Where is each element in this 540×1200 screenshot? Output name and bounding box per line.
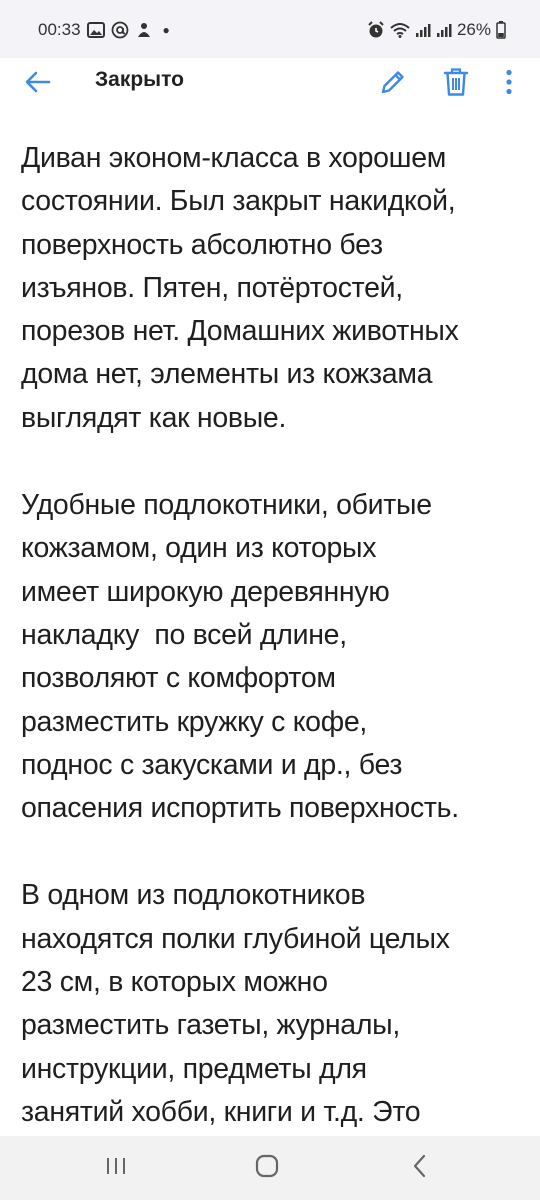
recents-icon bbox=[105, 1156, 127, 1181]
wifi-icon bbox=[390, 22, 410, 38]
battery-percent: 26% bbox=[456, 20, 491, 39]
text-line: инструкции, предметы для bbox=[21, 1052, 367, 1085]
alarm-icon bbox=[367, 21, 385, 39]
status-bar: 00:33 ● 26% bbox=[0, 0, 540, 58]
text-line: разместить кружку с кофе, bbox=[21, 705, 368, 738]
more-options-button[interactable] bbox=[489, 62, 529, 106]
text-line: В одном из подлокотников bbox=[21, 879, 366, 912]
gallery-icon bbox=[86, 22, 105, 38]
back-nav-icon bbox=[412, 1154, 428, 1183]
text-line: 23 см, в которых можно bbox=[21, 966, 328, 999]
delete-button[interactable] bbox=[434, 62, 478, 106]
text-line: имеет широкую деревянную bbox=[21, 575, 390, 608]
nav-back-button[interactable] bbox=[390, 1150, 450, 1186]
home-button[interactable] bbox=[237, 1150, 297, 1186]
paragraph: Удобные подлокотники, обитые кожзамом, о… bbox=[0, 484, 540, 830]
text-line: находятся полки глубиной целых bbox=[21, 922, 450, 955]
recents-button[interactable] bbox=[86, 1150, 146, 1186]
pencil-icon bbox=[379, 68, 407, 101]
signal-icon-2 bbox=[436, 22, 452, 38]
text-line: изъянов. Пятен, потёртостей, bbox=[21, 271, 403, 304]
system-nav-bar bbox=[0, 1136, 540, 1200]
text-line: опасения испортить поверхность. bbox=[21, 792, 459, 825]
text-line: поднос с закусками и др., без bbox=[21, 748, 403, 781]
home-icon bbox=[254, 1153, 280, 1184]
text-line: выглядят как новые. bbox=[21, 401, 287, 434]
text-line: состоянии. Был закрыт накидкой, bbox=[21, 185, 456, 218]
text-line: Диван эконом-класса в хорошем bbox=[21, 142, 447, 174]
text-line: занятий хобби, книги и т.д. Это bbox=[21, 1095, 421, 1128]
status-right: 26% bbox=[367, 18, 506, 42]
more-vert-icon bbox=[505, 69, 513, 100]
text-line: позволяют с комфортом bbox=[21, 662, 336, 695]
more-notifications-dot-icon: ● bbox=[162, 23, 170, 37]
app-bar: Закрыто bbox=[0, 58, 540, 122]
at-icon bbox=[111, 21, 129, 39]
paragraph: Диван эконом-класса в хорошем состоянии.… bbox=[0, 137, 540, 440]
note-body[interactable]: Диван эконом-класса в хорошем состоянии.… bbox=[0, 122, 540, 1136]
text-line: поверхность абсолютно без bbox=[21, 228, 383, 261]
paragraph: В одном из подлокотников находятся полки… bbox=[0, 874, 540, 1134]
text-line: накладку по всей длине, bbox=[21, 618, 347, 651]
text-line: дома нет, элементы из кожзама bbox=[21, 358, 433, 391]
text-line: Удобные подлокотники, обитые bbox=[21, 489, 432, 522]
page-title: Закрыто bbox=[95, 68, 184, 91]
text-line: разместить газеты, журналы, bbox=[21, 1009, 400, 1042]
signal-icon bbox=[415, 22, 431, 38]
edit-button[interactable] bbox=[371, 62, 415, 106]
alert-icon bbox=[135, 21, 153, 39]
battery-icon bbox=[496, 21, 506, 39]
status-left: 00:33 ● bbox=[38, 18, 170, 42]
trash-icon bbox=[443, 67, 469, 102]
back-button[interactable] bbox=[18, 64, 58, 104]
text-line: порезов нет. Домашних животных bbox=[21, 315, 459, 348]
arrow-back-icon bbox=[25, 71, 51, 98]
status-time: 00:33 bbox=[38, 20, 81, 39]
text-line: кожзамом, один из которых bbox=[21, 532, 377, 565]
